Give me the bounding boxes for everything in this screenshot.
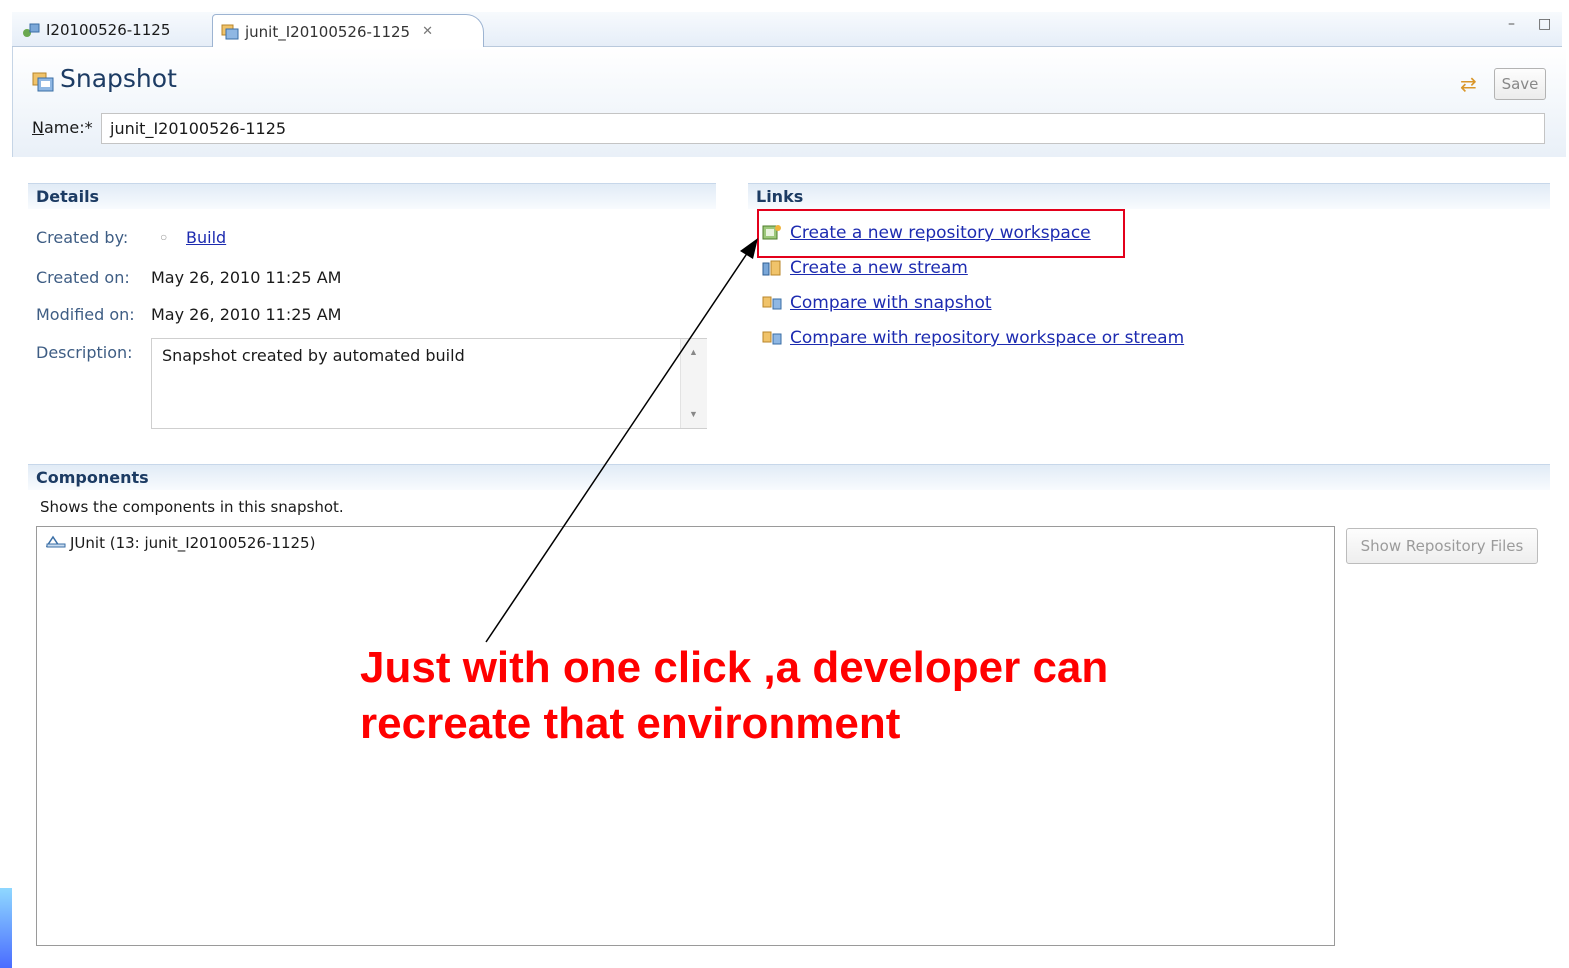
slide-decoration [0,888,12,968]
annotation-line-2: recreate that environment [360,699,901,748]
annotation-callout: Just with one click ,a developer can rec… [360,640,1108,752]
annotation-arrow [485,238,758,643]
annotation-line-1: Just with one click ,a developer can [360,643,1109,692]
